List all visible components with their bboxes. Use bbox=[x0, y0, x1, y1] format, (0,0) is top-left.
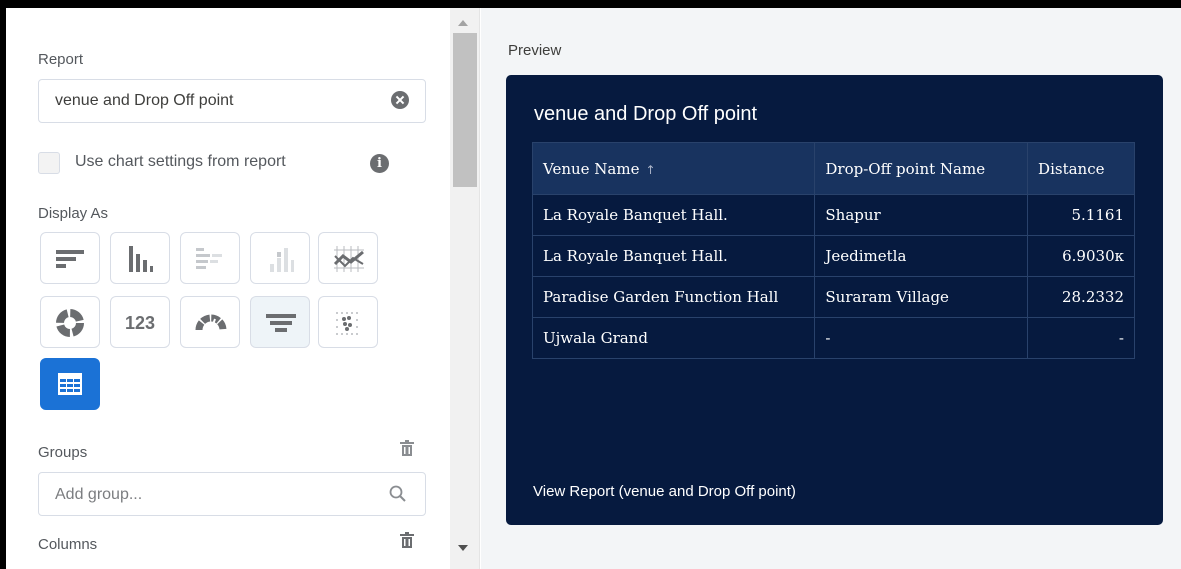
table-header-row: Venue Name ↑ Drop-Off point Name Distance bbox=[531, 142, 1135, 195]
distance-cell: - bbox=[1027, 317, 1135, 359]
distance-cell: 5.1161 bbox=[1027, 194, 1135, 236]
column-header-label: Venue Name bbox=[543, 159, 640, 178]
view-report-link[interactable]: View Report (venue and Drop Off point) bbox=[533, 483, 796, 500]
card-title: venue and Drop Off point bbox=[534, 103, 758, 125]
vertical-bar-chart-icon bbox=[129, 246, 153, 272]
columns-label: Columns bbox=[38, 536, 98, 553]
funnel-chart-button[interactable] bbox=[250, 296, 310, 348]
drop-off-point-cell: Jeedimetla bbox=[814, 235, 1029, 277]
vertical-bar-chart-button[interactable] bbox=[110, 232, 170, 284]
add-group-input[interactable] bbox=[55, 483, 375, 507]
drop-off-point-cell: Shapur bbox=[814, 194, 1029, 236]
venue-name-cell: Ujwala Grand bbox=[531, 317, 816, 359]
stacked-horizontal-bar-button[interactable] bbox=[180, 232, 240, 284]
metric-icon: 123 bbox=[124, 313, 156, 333]
stacked-vertical-bar-button[interactable] bbox=[250, 232, 310, 284]
column-header-label: Distance bbox=[1038, 159, 1105, 178]
venue-name-cell: Paradise Garden Function Hall bbox=[531, 276, 816, 318]
column-header-label: Drop-Off point Name bbox=[825, 159, 986, 178]
distance-cell: 28.2332 bbox=[1027, 276, 1135, 318]
preview-panel: Preview venue and Drop Off point Venue N… bbox=[481, 8, 1181, 569]
column-header-drop-off-point[interactable]: Drop-Off point Name bbox=[814, 142, 1029, 195]
sort-ascending-icon[interactable]: ↑ bbox=[645, 163, 655, 177]
table-row: Ujwala Grand - - bbox=[531, 317, 1135, 359]
venue-name-cell: La Royale Banquet Hall. bbox=[531, 194, 816, 236]
column-header-distance[interactable]: Distance bbox=[1027, 142, 1135, 195]
info-icon[interactable]: i bbox=[370, 154, 389, 173]
drop-off-point-cell: Suraram Village bbox=[814, 276, 1029, 318]
donut-chart-button[interactable] bbox=[40, 296, 100, 348]
groups-label: Groups bbox=[38, 444, 88, 461]
use-chart-settings-label: Use chart settings from report bbox=[75, 153, 286, 170]
preview-label: Preview bbox=[508, 42, 562, 59]
chart-settings-panel: Report venue and Drop Off point Use char… bbox=[6, 8, 450, 569]
report-table: Venue Name ↑ Drop-Off point Name Distance… bbox=[531, 142, 1135, 359]
report-label: Report bbox=[38, 51, 84, 68]
window-frame-top bbox=[0, 0, 1181, 8]
donut-chart-icon bbox=[56, 309, 84, 337]
horizontal-bar-chart-icon bbox=[56, 250, 84, 268]
line-chart-button[interactable] bbox=[318, 232, 378, 284]
trash-icon[interactable] bbox=[400, 532, 414, 548]
gauge-chart-button[interactable] bbox=[180, 296, 240, 348]
use-chart-settings-checkbox[interactable] bbox=[38, 152, 60, 174]
table-row: La Royale Banquet Hall. Shapur 5.1161 bbox=[531, 194, 1135, 236]
table-chart-icon bbox=[58, 373, 82, 395]
stacked-vertical-bar-icon bbox=[270, 248, 294, 272]
venue-name-cell: La Royale Banquet Hall. bbox=[531, 235, 816, 277]
search-icon[interactable] bbox=[389, 485, 407, 503]
scroll-up-arrow-icon[interactable] bbox=[458, 20, 468, 26]
line-chart-icon bbox=[333, 246, 364, 272]
table-chart-button[interactable] bbox=[40, 358, 100, 410]
metric-button[interactable]: 123 bbox=[110, 296, 170, 348]
table-row: Paradise Garden Function Hall Suraram Vi… bbox=[531, 276, 1135, 318]
display-as-label: Display As bbox=[38, 205, 109, 222]
scatter-chart-icon bbox=[336, 312, 358, 335]
funnel-chart-icon bbox=[266, 314, 296, 332]
preview-card: venue and Drop Off point Venue Name ↑ Dro… bbox=[506, 75, 1163, 525]
scroll-down-arrow-icon[interactable] bbox=[458, 545, 468, 551]
clear-icon[interactable] bbox=[391, 91, 409, 109]
gauge-chart-icon bbox=[195, 314, 227, 331]
add-group-field[interactable] bbox=[38, 472, 426, 516]
scatter-chart-button[interactable] bbox=[318, 296, 378, 348]
scroll-thumb[interactable] bbox=[453, 33, 477, 187]
panel-scrollbar[interactable] bbox=[450, 8, 480, 569]
report-selector[interactable]: venue and Drop Off point bbox=[38, 79, 426, 123]
drop-off-point-cell: - bbox=[814, 317, 1029, 359]
column-header-venue-name[interactable]: Venue Name ↑ bbox=[531, 142, 816, 195]
trash-icon[interactable] bbox=[400, 440, 414, 456]
stacked-horizontal-bar-icon bbox=[196, 248, 222, 269]
table-row: La Royale Banquet Hall. Jeedimetla 6.903… bbox=[531, 235, 1135, 277]
horizontal-bar-chart-button[interactable] bbox=[40, 232, 100, 284]
report-value: venue and Drop Off point bbox=[55, 92, 234, 109]
distance-cell: 6.9030κ bbox=[1027, 235, 1135, 277]
